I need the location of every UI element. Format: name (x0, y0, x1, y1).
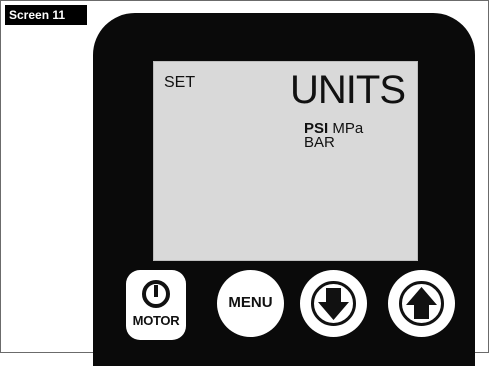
menu-button-label: MENU (228, 294, 273, 311)
figure-frame: Screen 11 SET UNITS PSI MPa BAR MOTOR ME… (0, 0, 489, 366)
unit-option-bar: BAR (304, 134, 335, 151)
units-options: PSI MPa BAR (304, 120, 364, 151)
lcd-set-label: SET (164, 74, 196, 91)
arrow-up-icon (399, 281, 444, 326)
lcd-title: UNITS (290, 68, 406, 112)
motor-button-label: MOTOR (132, 313, 180, 328)
screen-tag: Screen 11 (5, 5, 87, 25)
lcd-display: SET UNITS PSI MPa BAR (153, 61, 418, 261)
motor-button[interactable]: MOTOR (126, 270, 186, 340)
arrow-down-icon (311, 281, 356, 326)
unit-option-mpa: MPa (332, 120, 364, 137)
controller-panel: SET UNITS PSI MPa BAR MOTOR MENU (93, 13, 475, 366)
power-icon (142, 280, 170, 308)
down-button[interactable] (300, 270, 367, 337)
up-button[interactable] (388, 270, 455, 337)
menu-button[interactable]: MENU (217, 270, 284, 337)
